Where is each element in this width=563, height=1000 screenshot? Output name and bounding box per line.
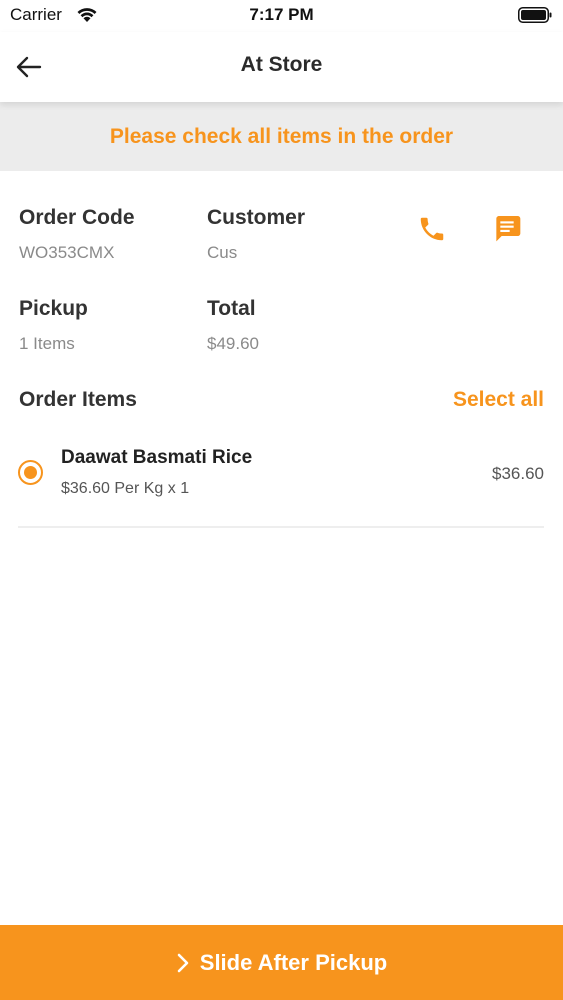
customer-label: Customer — [207, 206, 306, 229]
banner-message: Please check all items in the order — [109, 124, 454, 148]
order-items-title: Order Items — [19, 388, 137, 411]
pickup-value: 1 Items — [19, 334, 75, 353]
item-price: $36.60 — [492, 464, 544, 483]
total-value: $49.60 — [207, 334, 259, 353]
item-name: Daawat Basmati Rice — [61, 447, 253, 468]
order-code-value: WO353CMX — [19, 243, 115, 262]
clock: 7:17 PM — [249, 5, 314, 24]
radio-selected-dot — [24, 466, 37, 479]
select-all-button[interactable]: Select all — [453, 388, 544, 412]
slide-label: Slide After Pickup — [199, 949, 388, 975]
status-bar: Carrier 7:17 PM — [0, 0, 563, 32]
customer-value: Cus — [207, 243, 238, 262]
total-label: Total — [207, 297, 256, 320]
item-radio-button[interactable] — [18, 460, 43, 485]
phone-icon[interactable] — [417, 214, 447, 244]
chat-icon[interactable] — [491, 212, 523, 244]
pickup-label: Pickup — [19, 297, 88, 320]
item-detail: $36.60 Per Kg x 1 — [61, 480, 190, 497]
nav-bar: At Store — [0, 32, 563, 102]
chevron-right-icon — [177, 953, 189, 972]
list-item[interactable]: Daawat Basmati Rice $36.60 Per Kg x 1 $3… — [18, 440, 544, 528]
check-items-banner: Please check all items in the order — [0, 102, 563, 171]
page-title: At Store — [240, 53, 323, 76]
battery-icon — [518, 7, 552, 23]
slide-after-pickup-button[interactable]: Slide After Pickup — [0, 925, 563, 1000]
order-code-label: Order Code — [19, 206, 135, 229]
